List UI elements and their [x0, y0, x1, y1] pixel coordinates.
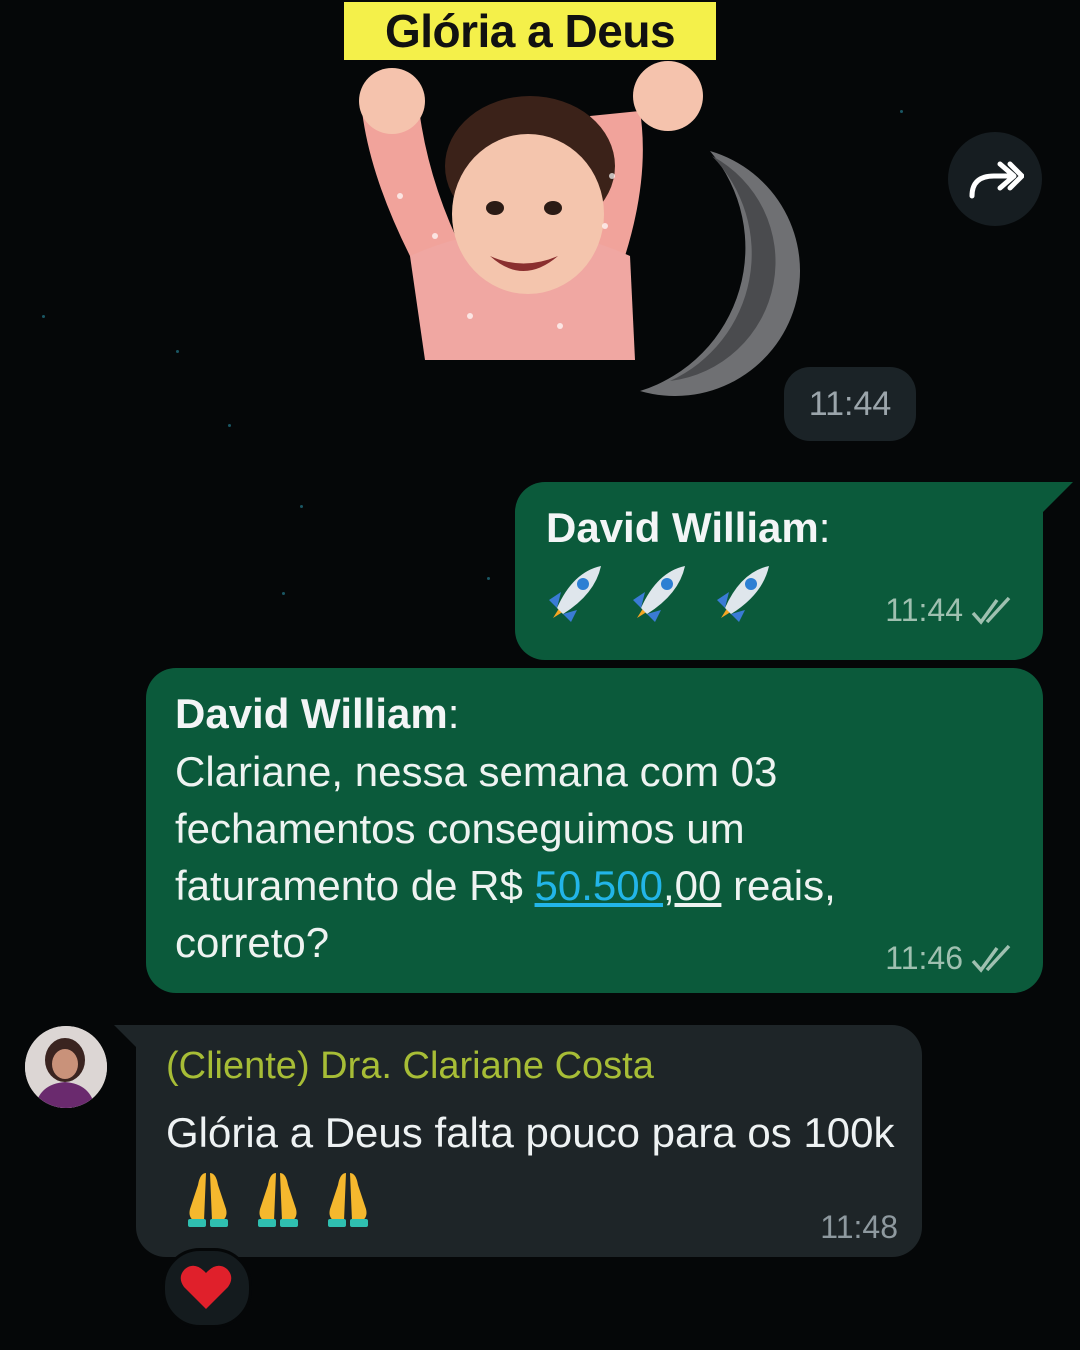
- double-check-icon: [971, 596, 1011, 625]
- rocket-icon: [717, 566, 769, 622]
- rocket-icon: [633, 566, 685, 622]
- message-timestamp: 11:48: [820, 1209, 898, 1245]
- incoming-message[interactable]: (Cliente) Dra. Clariane Costa Glória a D…: [136, 1025, 922, 1257]
- background-star: [900, 110, 903, 113]
- sticker-baby-image: [359, 61, 800, 396]
- message-meta: 11:46: [885, 940, 1017, 977]
- phone-number-link[interactable]: 50.500: [535, 862, 663, 909]
- emoji-row: [543, 562, 773, 628]
- background-star: [300, 505, 303, 508]
- outgoing-message[interactable]: David William: 11:44: [515, 482, 1043, 660]
- rocket-icon: [549, 566, 601, 622]
- sticker-caption: Glória a Deus: [344, 2, 716, 60]
- background-star: [42, 315, 45, 318]
- outgoing-message[interactable]: David William: Clariane, nessa semana co…: [146, 668, 1043, 993]
- message-timestamp: 11:46: [885, 940, 963, 976]
- sender-suffix: :: [447, 690, 460, 737]
- bubble-tail: [1043, 482, 1073, 512]
- background-star: [228, 424, 231, 427]
- sender-name: David William: [546, 504, 819, 551]
- message-sender: David William:: [175, 690, 459, 738]
- message-sender: David William:: [546, 504, 830, 552]
- avatar[interactable]: [25, 1026, 107, 1108]
- message-text-content: Glória a Deus falta pouco para os 100k: [166, 1109, 895, 1156]
- reaction-badge[interactable]: [162, 1248, 252, 1328]
- message-timestamp: 11:44: [885, 592, 963, 628]
- folded-hands-icon: [320, 1169, 376, 1249]
- message-text: Glória a Deus falta pouco para os 100k: [166, 1097, 906, 1249]
- forward-icon: [969, 161, 1024, 199]
- sender-suffix: :: [818, 504, 831, 551]
- folded-hands-icon: [180, 1169, 236, 1249]
- message-text-underlined: ,00: [663, 862, 722, 909]
- message-text: Clariane, nessa semana com 03 fechamento…: [175, 743, 975, 971]
- folded-hands-icon: [250, 1169, 306, 1249]
- message-meta: 11:44: [885, 592, 1017, 629]
- background-star: [176, 350, 179, 353]
- message-sender[interactable]: (Cliente) Dra. Clariane Costa: [166, 1045, 654, 1088]
- avatar-image: [25, 1026, 107, 1108]
- forward-button[interactable]: [948, 132, 1042, 226]
- sticker-message[interactable]: Glória a Deus: [340, 0, 800, 396]
- background-star: [282, 592, 285, 595]
- sticker-timestamp: 11:44: [784, 367, 916, 441]
- double-check-icon: [971, 944, 1011, 973]
- sender-name: David William: [175, 690, 448, 737]
- background-star: [487, 577, 490, 580]
- red-heart-icon: [180, 1265, 232, 1309]
